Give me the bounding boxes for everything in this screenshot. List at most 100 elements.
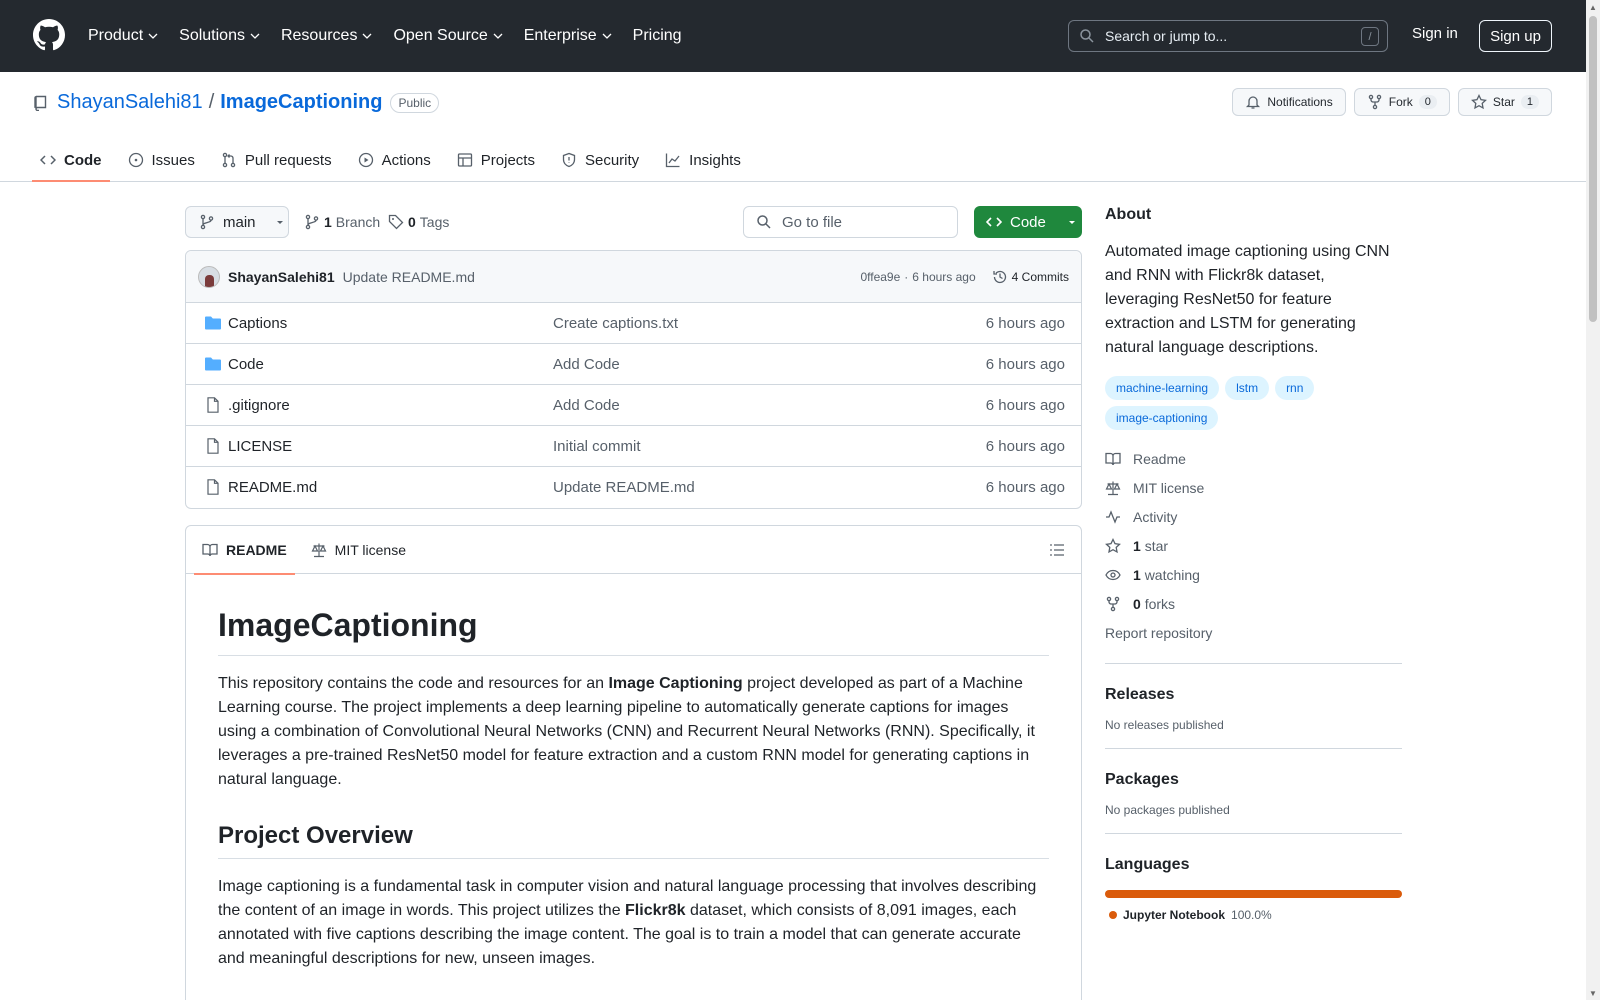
file-commit-link[interactable]: Add Code [553, 356, 620, 373]
branch-icon [200, 214, 214, 230]
commit-author-link[interactable]: ShayanSalehi81 [228, 269, 335, 285]
file-commit-link[interactable]: Create captions.txt [553, 315, 678, 332]
tab-label: Insights [689, 151, 741, 169]
file-icon [207, 397, 219, 413]
list-unordered-icon[interactable] [1049, 542, 1065, 558]
topic-tag[interactable]: lstm [1225, 376, 1270, 400]
star-button[interactable]: Star 1 [1457, 88, 1552, 116]
file-name-link[interactable]: .gitignore [228, 397, 290, 414]
activity-link[interactable]: Activity [1105, 502, 1402, 531]
page-scrollbar[interactable]: ▲ ▼ [1586, 0, 1600, 1000]
file-commit-link[interactable]: Initial commit [553, 438, 641, 455]
file-name-link[interactable]: README.md [228, 479, 317, 496]
eye-icon [1105, 569, 1121, 580]
tab-license[interactable]: MIT license [303, 526, 414, 574]
packages-heading[interactable]: Packages [1105, 771, 1402, 789]
file-list: ShayanSalehi81 Update README.md 0ffea9e … [185, 250, 1082, 509]
table-row[interactable]: Code Add Code 6 hours ago [186, 344, 1081, 385]
sign-up-button[interactable]: Sign up [1479, 20, 1552, 52]
tab-issues[interactable]: Issues [120, 138, 203, 182]
github-logo-icon[interactable] [33, 19, 65, 51]
search-icon [1080, 29, 1094, 43]
code-button-label: Code [1010, 213, 1046, 231]
repo-owner-link[interactable]: ShayanSalehi81 [57, 91, 203, 114]
readme-heading: Project Overview [218, 800, 1049, 860]
table-row[interactable]: .gitignore Add Code 6 hours ago [186, 385, 1081, 426]
table-row[interactable]: Captions Create captions.txt 6 hours ago [186, 303, 1081, 344]
tab-code[interactable]: Code [32, 138, 110, 182]
fork-button[interactable]: Fork 0 [1353, 88, 1450, 116]
scroll-up-arrow-icon[interactable]: ▲ [1589, 3, 1597, 12]
file-name-link[interactable]: Code [228, 356, 264, 373]
scrollbar-thumb[interactable] [1589, 16, 1597, 322]
fork-label: Fork [1388, 95, 1413, 109]
search-input[interactable]: Search or jump to... / [1068, 20, 1388, 52]
readme-paragraph: This repository contains the code and re… [218, 672, 1049, 792]
branches-link[interactable]: 1 Branch [304, 214, 380, 230]
tab-readme[interactable]: README [194, 526, 295, 575]
file-name-link[interactable]: LICENSE [228, 438, 292, 455]
topic-tag[interactable]: machine-learning [1105, 376, 1220, 400]
nav-resources[interactable]: Resources [281, 27, 373, 45]
tab-actions[interactable]: Actions [350, 138, 439, 182]
code-icon [986, 217, 1002, 227]
tab-projects[interactable]: Projects [449, 138, 543, 182]
nav-open-source[interactable]: Open Source [393, 27, 503, 45]
commit-age: 6 hours ago [912, 270, 976, 284]
nav-label: Solutions [179, 27, 245, 44]
watchers-link[interactable]: 1 watching [1105, 560, 1402, 589]
report-repository-link[interactable]: Report repository [1105, 618, 1402, 647]
topic-tag[interactable]: image-captioning [1105, 406, 1219, 430]
scroll-down-arrow-icon[interactable]: ▼ [1589, 989, 1597, 998]
releases-empty-text: No releases published [1105, 718, 1224, 732]
caret-down-icon [1068, 221, 1075, 224]
readme-paragraph: Image captioning is a fundamental task i… [218, 875, 1049, 971]
nav-product[interactable]: Product [88, 27, 159, 45]
commits-history-link[interactable]: 4 Commits [992, 269, 1069, 285]
tag-count: 0 [408, 214, 416, 230]
file-name-link[interactable]: Captions [228, 315, 287, 332]
repo-header: ShayanSalehi81 / ImageCaptioning Public … [0, 72, 1586, 182]
commit-hash-link[interactable]: 0ffea9e [860, 270, 900, 284]
avatar[interactable] [198, 265, 220, 288]
chevron-down-icon [250, 33, 260, 39]
tab-pull-requests[interactable]: Pull requests [213, 138, 340, 182]
primary-nav: Product Solutions Resources Open Source … [88, 0, 702, 72]
nav-enterprise[interactable]: Enterprise [524, 27, 613, 45]
repo-name-link[interactable]: ImageCaptioning [220, 91, 382, 114]
readme-panel: README MIT license ImageCaptioning This … [185, 525, 1082, 1000]
license-link[interactable]: MIT license [1105, 473, 1402, 502]
go-to-file-input[interactable]: Go to file [743, 206, 958, 238]
nav-pricing[interactable]: Pricing [633, 27, 682, 45]
sign-in-link[interactable]: Sign in [1412, 25, 1458, 42]
nav-solutions[interactable]: Solutions [179, 27, 261, 45]
tab-security[interactable]: Security [553, 138, 647, 182]
file-commit-link[interactable]: Update README.md [553, 479, 695, 496]
branch-selector-button[interactable]: main [185, 206, 289, 238]
language-item[interactable]: Jupyter Notebook 100.0% [1105, 908, 1402, 922]
license-link-label: MIT license [1133, 479, 1205, 496]
about-description: Automated image captioning using CNN and… [1105, 243, 1390, 356]
table-icon [457, 153, 472, 167]
tags-link[interactable]: 0 Tags [388, 214, 449, 230]
forks-link-text: 0 forks [1133, 596, 1175, 612]
stars-link[interactable]: 1 star [1105, 531, 1402, 560]
history-icon [993, 270, 1006, 284]
tab-label: Pull requests [244, 151, 332, 169]
notifications-button[interactable]: Notifications [1232, 88, 1346, 116]
stars-link-text: 1 star [1133, 538, 1168, 554]
commit-message-link[interactable]: Update README.md [343, 269, 475, 285]
code-dropdown-button[interactable]: Code [974, 206, 1082, 238]
readme-link[interactable]: Readme [1105, 444, 1402, 473]
tab-insights[interactable]: Insights [657, 138, 749, 182]
releases-heading[interactable]: Releases [1105, 686, 1402, 704]
topic-tag[interactable]: rnn [1275, 376, 1315, 400]
file-commit-link[interactable]: Add Code [553, 397, 620, 414]
table-row[interactable]: LICENSE Initial commit 6 hours ago [186, 426, 1081, 467]
latest-commit-row: ShayanSalehi81 Update README.md 0ffea9e … [186, 251, 1081, 303]
forks-link[interactable]: 0 forks [1105, 589, 1402, 618]
table-row[interactable]: README.md Update README.md 6 hours ago [186, 467, 1081, 508]
forks-label: forks [1144, 595, 1176, 612]
branch-name: main [223, 213, 256, 231]
file-age: 6 hours ago [985, 355, 1065, 373]
